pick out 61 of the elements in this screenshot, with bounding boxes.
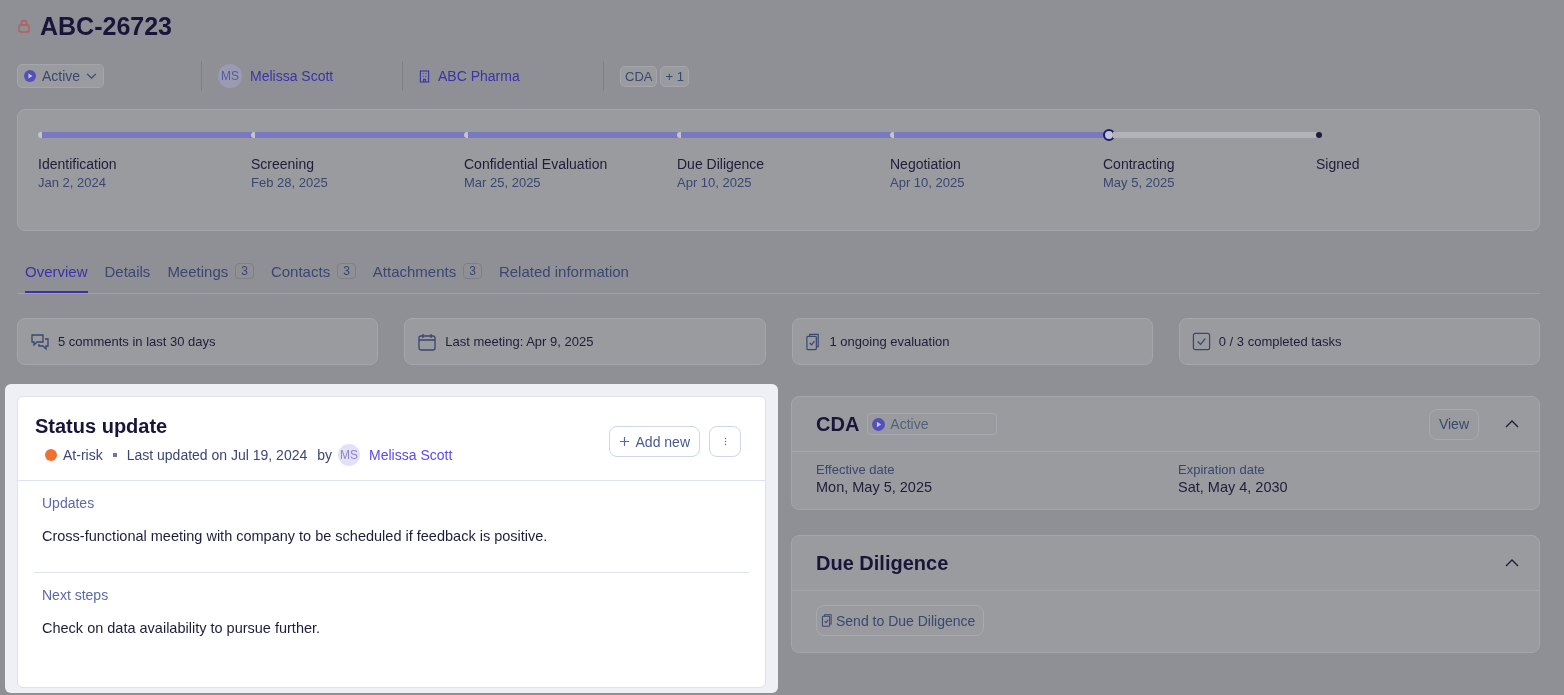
section-heading: Next steps [42, 587, 110, 603]
owner-link[interactable]: Melissa Scott [250, 68, 334, 84]
company-link[interactable]: ABC Pharma [438, 68, 520, 84]
avatar: MS [338, 444, 361, 466]
caret-icon [86, 72, 98, 80]
stage-name: Due Diligence [677, 156, 766, 172]
stage-date: Apr 10, 2025 [677, 175, 753, 190]
field-label: Expiration date [1178, 462, 1266, 477]
section-text: Cross-functional meeting with company to be scheduled if feedback is positive. [42, 528, 549, 544]
stat-text: 1 ongoing evaluation [829, 334, 950, 349]
tab[interactable]: Attachments 3 [372, 263, 482, 293]
play-icon [24, 70, 36, 82]
stage-name: Signed [1316, 156, 1361, 172]
clipboard-icon [821, 613, 834, 628]
stat-text: Last meeting: Apr 9, 2025 [445, 334, 594, 349]
tab[interactable]: Related information [498, 263, 629, 293]
more-tags-badge[interactable]: + 1 [660, 65, 689, 87]
view-button[interactable]: View [1428, 408, 1479, 440]
status-dropdown[interactable]: Active [17, 64, 105, 88]
clipboard-icon [804, 331, 822, 352]
tab[interactable]: Overview [25, 263, 88, 293]
tag: CDA [620, 65, 658, 87]
tab[interactable]: Contacts 3 [270, 263, 356, 293]
panel-title: Due Diligence [816, 551, 949, 575]
stage-date: Mar 25, 2025 [464, 175, 542, 190]
building-icon [419, 69, 430, 83]
add-new-button[interactable]: Add new [608, 426, 700, 457]
stat-text: 5 comments in last 30 days [58, 334, 216, 349]
chevron-icon[interactable] [1505, 559, 1519, 567]
panel-title: CDA [816, 412, 860, 436]
tab[interactable]: Details [104, 263, 151, 293]
status-badge: Active [867, 413, 998, 435]
page-title: ABC-26723 [40, 11, 172, 41]
comments-icon [30, 332, 50, 351]
stage-date: May 5, 2025 [1103, 175, 1176, 190]
chevron-icon[interactable] [1505, 420, 1519, 428]
section-text: Check on data availability to pursue further. [42, 620, 322, 636]
author-link[interactable]: Melissa Scott [369, 447, 453, 463]
by-text: by [317, 447, 333, 463]
stage-name: Screening [251, 156, 316, 172]
stage-date: Apr 10, 2025 [890, 175, 966, 190]
stage-name: Confidential Evaluation [464, 156, 609, 172]
stat-text: 0 / 3 completed tasks [1218, 334, 1342, 349]
field-value: Mon, May 5, 2025 [816, 479, 934, 495]
stage-name: Contracting [1103, 156, 1176, 172]
send-button[interactable]: Send to Due Diligence [816, 605, 985, 636]
section-heading: Updates [42, 495, 96, 511]
stage-name: Identification [38, 156, 118, 172]
field-label: Effective date [816, 462, 896, 477]
stage-date: Jan 2, 2024 [38, 175, 107, 190]
stage-date: Feb 28, 2025 [251, 175, 329, 190]
calendar-icon [417, 331, 438, 352]
last-updated-text: Last updated on Jul 19, 2024 [126, 447, 308, 463]
checkbox-icon [1191, 332, 1211, 351]
tab[interactable]: Meetings 3 [167, 263, 254, 293]
field-value: Sat, May 4, 2030 [1178, 479, 1289, 495]
stage-name: Negotiation [890, 156, 962, 172]
card-title: Status update [35, 415, 169, 438]
plus-icon [618, 436, 630, 447]
avatar: MS [218, 64, 242, 88]
status-label: At-risk [63, 447, 103, 463]
